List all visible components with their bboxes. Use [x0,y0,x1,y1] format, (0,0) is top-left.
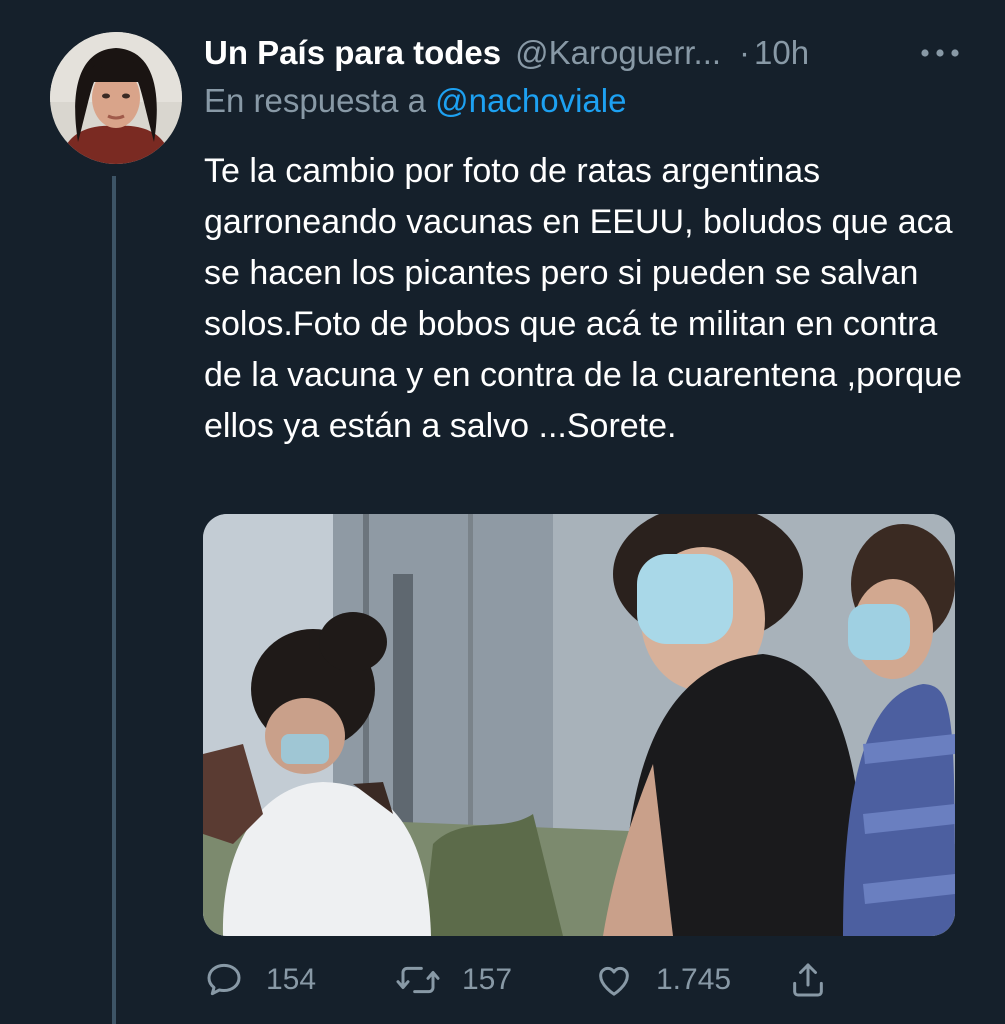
reply-prefix: En respuesta a [204,82,426,119]
retweet-icon [396,966,440,994]
photo-image [203,514,955,936]
time-separator: · [739,34,751,71]
tweet-text: Te la cambio por foto de ratas argentina… [204,152,972,445]
share-upload-icon [793,963,823,997]
tweet-media-photo[interactable] [203,514,955,936]
timestamp[interactable]: 10h [754,34,809,72]
heart-icon [599,966,629,996]
retweet-button[interactable]: 157 [396,952,512,1008]
reply-context: En respuesta a @nachoviale [204,82,626,120]
reply-button[interactable]: 154 [204,952,316,1008]
tweet[interactable]: Un País para todes @Karoguerr... · 10h E… [0,0,1005,1024]
avatar-image [50,32,182,164]
reply-bubble-icon [207,963,241,996]
tweet-header: Un País para todes @Karoguerr... · 10h [204,28,965,78]
avatar[interactable] [50,32,182,164]
reply-mention-link[interactable]: @nachoviale [435,82,626,119]
more-options-button[interactable] [915,36,965,70]
tweet-actions-bar: 154 157 1.745 [204,952,944,1008]
thread-connector-line [112,176,116,1024]
retweet-count: 157 [462,963,513,996]
display-name[interactable]: Un País para todes [204,34,501,72]
share-button[interactable] [788,952,828,1008]
like-button[interactable]: 1.745 [594,952,731,1008]
like-count: 1.745 [656,963,732,996]
more-horizontal-icon [921,49,959,57]
user-handle[interactable]: @Karoguerr... [515,34,721,72]
reply-count: 154 [266,963,317,996]
